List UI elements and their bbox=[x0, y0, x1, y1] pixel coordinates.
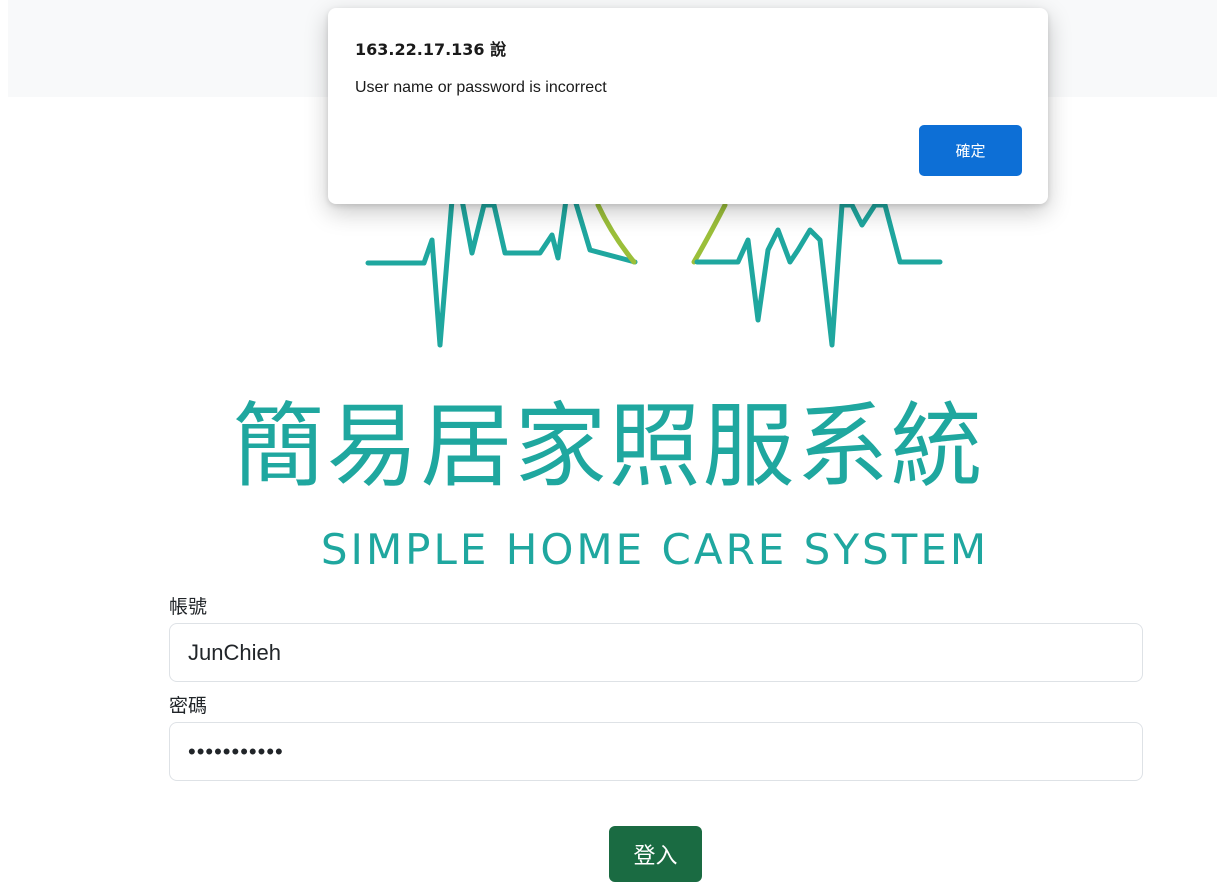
dialog-message: User name or password is incorrect bbox=[355, 79, 607, 96]
green-accent-right bbox=[691, 202, 728, 265]
alert-dialog: 163.22.17.136 說 User name or password is… bbox=[328, 8, 1048, 204]
logo-title-english: SIMPLE HOME CARE SYSTEM bbox=[320, 525, 990, 574]
heartbeat-line-left bbox=[365, 197, 638, 348]
dialog-title: 163.22.17.136 說 bbox=[355, 40, 507, 59]
logo-title-chinese: 簡易居家照服系統 bbox=[232, 393, 985, 500]
account-label: 帳號 bbox=[169, 596, 208, 618]
account-input[interactable]: JunChieh bbox=[169, 623, 1143, 682]
login-button[interactable]: 登入 bbox=[609, 826, 702, 882]
password-label: 密碼 bbox=[169, 695, 208, 717]
dialog-ok-button[interactable]: 確定 bbox=[919, 125, 1022, 176]
heartbeat-line-right bbox=[694, 202, 943, 348]
password-input[interactable]: ••••••••••• bbox=[169, 722, 1143, 781]
